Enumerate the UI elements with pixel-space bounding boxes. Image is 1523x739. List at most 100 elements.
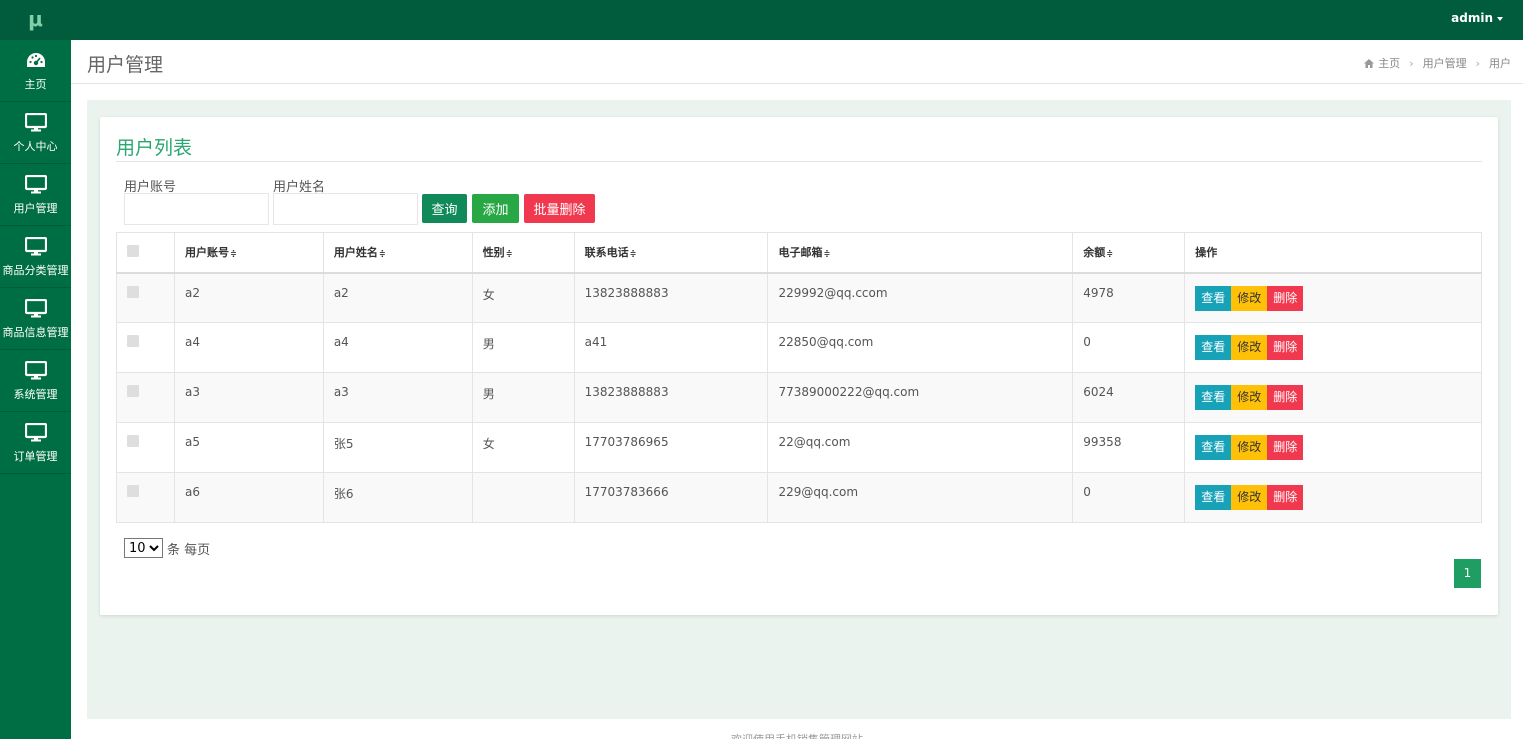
- table-row: a4 a4 男 a41 22850@qq.com 0 查看 修改 删除: [116, 322, 1482, 373]
- user-menu[interactable]: admin: [1451, 11, 1503, 25]
- sidebar: μ 主页 个人中心 用户管理 商品分类管理 商品信息管理 系统管理 订单管理: [0, 0, 71, 739]
- sort-icon: ≑: [823, 249, 831, 259]
- delete-button[interactable]: 删除: [1267, 285, 1304, 311]
- table-row: a2 a2 女 13823888883 229992@qq.ccom 4978 查看 修改 删除: [116, 272, 1482, 323]
- sidebar-item-label: 主页: [24, 77, 47, 91]
- column-header-account[interactable]: 用户账号≑: [173, 232, 324, 274]
- column-header-phone[interactable]: 联系电话≑: [573, 232, 769, 274]
- name-input[interactable]: [273, 193, 418, 225]
- edit-button[interactable]: 修改: [1231, 285, 1268, 311]
- edit-button[interactable]: 修改: [1231, 335, 1268, 360]
- select-cell: [116, 322, 175, 373]
- column-header-email[interactable]: 电子邮箱≑: [767, 232, 1074, 274]
- sidebar-item-label: 商品信息管理: [2, 325, 69, 339]
- batch-delete-button[interactable]: 批量删除: [524, 194, 595, 223]
- row-checkbox[interactable]: [127, 435, 139, 447]
- cell-email: 229@qq.com: [767, 472, 1074, 523]
- sidebar-item-3[interactable]: 商品分类管理: [0, 226, 71, 288]
- breadcrumb-user: 用户: [1489, 57, 1511, 70]
- per-page-label: 条 每页: [167, 542, 211, 558]
- cell-gender: 男: [471, 372, 575, 423]
- cell-name: a2: [322, 272, 473, 323]
- page-header: 用户管理 主页 › 用户管理 › 用户: [71, 40, 1523, 84]
- sort-icon: ≑: [378, 249, 386, 259]
- cell-phone: a41: [573, 322, 769, 373]
- card-title: 用户列表: [116, 137, 193, 159]
- page-button-current[interactable]: 1: [1454, 559, 1481, 588]
- cell-account: a3: [173, 372, 324, 423]
- delete-button[interactable]: 删除: [1267, 485, 1304, 510]
- edit-button[interactable]: 修改: [1231, 385, 1268, 410]
- cell-email: 22850@qq.com: [767, 322, 1074, 373]
- sidebar-item-5[interactable]: 系统管理: [0, 350, 71, 412]
- cell-gender: 女: [471, 272, 575, 323]
- page-title: 用户管理: [87, 54, 164, 76]
- select-cell: [116, 422, 175, 473]
- delete-button[interactable]: 删除: [1267, 435, 1304, 460]
- delete-button[interactable]: 删除: [1267, 335, 1304, 360]
- cell-balance: 6024: [1072, 372, 1186, 423]
- row-checkbox[interactable]: [127, 285, 139, 298]
- cell-name: 张5: [322, 422, 473, 473]
- cell-name: a3: [322, 372, 473, 423]
- cell-gender: 女: [471, 422, 575, 473]
- cell-account: a5: [173, 422, 324, 473]
- select-cell: [116, 472, 175, 523]
- home-icon: [1364, 58, 1375, 68]
- view-button[interactable]: 查看: [1195, 385, 1232, 410]
- breadcrumb-home[interactable]: 主页: [1378, 55, 1400, 71]
- row-checkbox[interactable]: [127, 335, 139, 347]
- sort-icon: ≑: [505, 249, 513, 259]
- view-button[interactable]: 查看: [1195, 485, 1232, 510]
- actions-cell: 查看 修改 删除: [1184, 322, 1482, 373]
- row-checkbox[interactable]: [127, 485, 139, 497]
- cell-account: a6: [173, 472, 324, 523]
- table-row: a6 张6 17703783666 229@qq.com 0 查看 修改 删除: [116, 472, 1482, 523]
- column-header-actions: 操作: [1184, 232, 1482, 274]
- sidebar-item-label: 商品分类管理: [2, 263, 69, 277]
- page-size-control: 10 条 每页: [124, 538, 210, 558]
- view-button[interactable]: 查看: [1195, 285, 1232, 311]
- monitor-icon: [24, 360, 47, 382]
- sidebar-item-4[interactable]: 商品信息管理: [0, 288, 71, 350]
- select-all-checkbox[interactable]: [127, 244, 139, 257]
- cell-phone: 17703783666: [573, 472, 769, 523]
- page-size-select[interactable]: 10: [124, 538, 163, 558]
- sidebar-item-1[interactable]: 个人中心: [0, 102, 71, 164]
- monitor-icon: [24, 236, 47, 258]
- cell-balance: 4978: [1072, 272, 1186, 323]
- edit-button[interactable]: 修改: [1231, 485, 1268, 510]
- table-header-row: 用户账号≑ 用户姓名≑ 性别≑ 联系电话≑ 电子邮箱≑ 余额≑ 操作: [116, 232, 1482, 274]
- actions-cell: 查看 修改 删除: [1184, 272, 1482, 323]
- column-header-gender[interactable]: 性别≑: [471, 232, 575, 274]
- account-input[interactable]: [124, 193, 269, 225]
- divider: [116, 161, 1482, 162]
- row-checkbox[interactable]: [127, 385, 139, 397]
- sidebar-item-label: 用户管理: [13, 201, 58, 215]
- cell-balance: 0: [1072, 472, 1186, 523]
- footer-text: 欢迎使用手机销售管理网站: [71, 731, 1523, 739]
- select-all-cell: [116, 232, 175, 274]
- view-button[interactable]: 查看: [1195, 335, 1232, 360]
- sidebar-item-label: 系统管理: [13, 387, 58, 401]
- view-button[interactable]: 查看: [1195, 435, 1232, 460]
- cell-email: 22@qq.com: [767, 422, 1074, 473]
- sidebar-item-6[interactable]: 订单管理: [0, 412, 71, 474]
- actions-cell: 查看 修改 删除: [1184, 472, 1482, 523]
- sidebar-item-0[interactable]: 主页: [0, 40, 71, 102]
- user-list-card: 用户列表 用户账号 用户姓名 查询 添加 批量删除 用户账号≑ 用户姓名≑ 性别…: [100, 117, 1498, 615]
- delete-button[interactable]: 删除: [1267, 385, 1304, 410]
- add-button[interactable]: 添加: [472, 194, 519, 223]
- breadcrumb-user-management[interactable]: 用户管理: [1423, 55, 1467, 71]
- table-row: a5 张5 女 17703786965 22@qq.com 99358 查看 修改 删除: [116, 422, 1482, 473]
- edit-button[interactable]: 修改: [1231, 435, 1268, 460]
- monitor-icon: [24, 422, 47, 444]
- cell-balance: 0: [1072, 322, 1186, 373]
- sidebar-item-2[interactable]: 用户管理: [0, 164, 71, 226]
- column-header-name[interactable]: 用户姓名≑: [322, 232, 473, 274]
- query-button[interactable]: 查询: [422, 194, 467, 223]
- column-header-balance[interactable]: 余额≑: [1072, 232, 1186, 274]
- cell-gender: [471, 472, 575, 523]
- user-name: admin: [1451, 11, 1493, 25]
- table-row: a3 a3 男 13823888883 77389000222@qq.com 6024 查看…: [116, 372, 1482, 423]
